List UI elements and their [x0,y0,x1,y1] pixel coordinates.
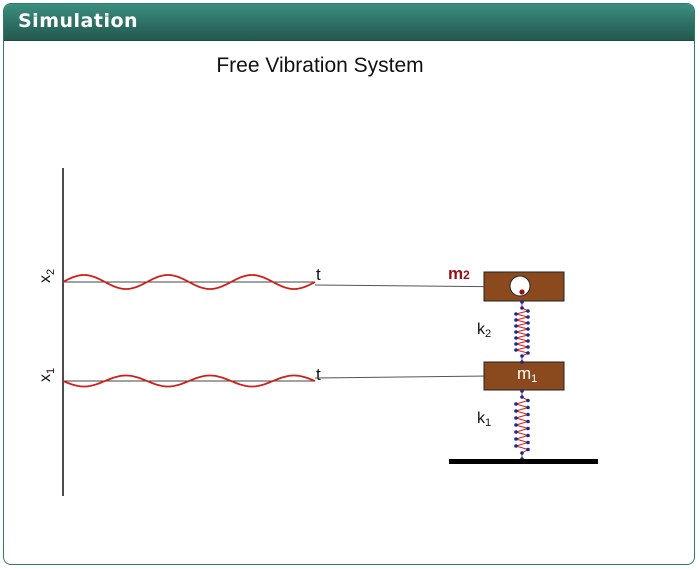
spring-node [520,354,524,358]
spring-node [520,451,524,455]
spring-node [514,409,518,413]
spring-node [520,306,524,310]
spring-node [514,348,518,352]
ground-support [449,459,598,464]
spring-node [514,324,518,328]
spring-node [520,300,524,304]
spring-node [514,330,518,334]
spring-node [514,312,518,316]
spring-node [514,416,518,420]
spring-node [526,405,530,410]
spring-node [526,339,530,343]
spring-node [520,389,524,393]
m2-label: m2 [448,264,470,283]
spring-node [514,437,518,441]
x2-axis-label: x2 [37,269,57,283]
spring-node [526,426,530,431]
spring-node [526,351,530,355]
spring-node [526,333,530,337]
spring-node [514,444,518,448]
spring-node [514,402,518,406]
spring-node [526,327,530,331]
spring-k1 [514,389,530,461]
spring-node [526,309,530,313]
spring-node [514,318,518,322]
spring-node [514,423,518,427]
spring-node [526,315,530,319]
svg-text:x2: x2 [37,269,57,283]
spring-node [514,430,518,434]
k1-label: k1 [477,410,491,429]
t-label-upper: t [316,265,321,284]
m2-marker-dot [519,289,525,295]
spring-node [526,440,530,445]
spring-node [526,419,530,424]
spring-node [520,395,524,399]
spring-node [514,336,518,340]
svg-text:x1: x1 [37,368,57,382]
x1-axis-label: x1 [37,368,57,382]
spring-node [526,345,530,349]
spring-node [526,412,530,417]
spring-node [514,342,518,346]
spring-node [526,321,530,325]
vibration-scene: x2 x1 t t m2 m1 k2 k1 [37,168,598,496]
t-label-lower: t [316,365,321,384]
spring-node [520,360,524,364]
spring-node [526,398,530,403]
spring-k2 [514,300,530,364]
m1-trace-connector [314,375,489,379]
spring-node [526,433,530,438]
k2-label: k2 [477,321,491,340]
spring-node [526,447,530,452]
